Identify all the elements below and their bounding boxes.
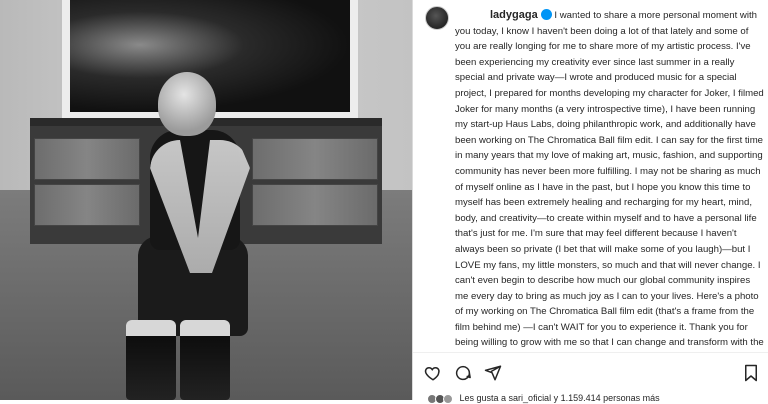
- username-link[interactable]: ladygaga: [490, 9, 538, 21]
- photo-drawer: [34, 138, 140, 180]
- comment-icon: [455, 365, 471, 381]
- verified-badge-icon: ✓: [540, 8, 582, 20]
- comment-button[interactable]: [453, 363, 473, 383]
- caption-text: I wanted to share a more personal moment…: [455, 10, 764, 349]
- likes-row: Les gusta a sari_oficial y 1.159.414 per…: [427, 393, 660, 404]
- photo-drawer: [252, 138, 378, 180]
- photo-person-head: [158, 72, 216, 136]
- like-button[interactable]: [423, 363, 443, 383]
- post-actions: Les gusta a sari_oficial y 1.159.414 per…: [413, 352, 768, 404]
- avatar[interactable]: [425, 6, 449, 30]
- photo-drawer: [252, 184, 378, 226]
- likes-text[interactable]: Les gusta a sari_oficial y 1.159.414 per…: [460, 393, 660, 403]
- send-icon: [484, 365, 502, 381]
- post-caption: ladygaga✓ I wanted to share a more perso…: [455, 8, 765, 350]
- save-button[interactable]: [741, 363, 761, 383]
- post-photo: [0, 0, 412, 400]
- photo-person-boot: [126, 320, 176, 400]
- photo-drawer: [34, 184, 140, 226]
- heart-icon: [424, 366, 440, 381]
- photo-person-boot: [180, 320, 230, 400]
- bookmark-icon: [745, 364, 757, 382]
- post-side-panel: ladygaga✓ I wanted to share a more perso…: [412, 0, 768, 404]
- share-button[interactable]: [483, 363, 503, 383]
- liker-avatar: [443, 393, 453, 404]
